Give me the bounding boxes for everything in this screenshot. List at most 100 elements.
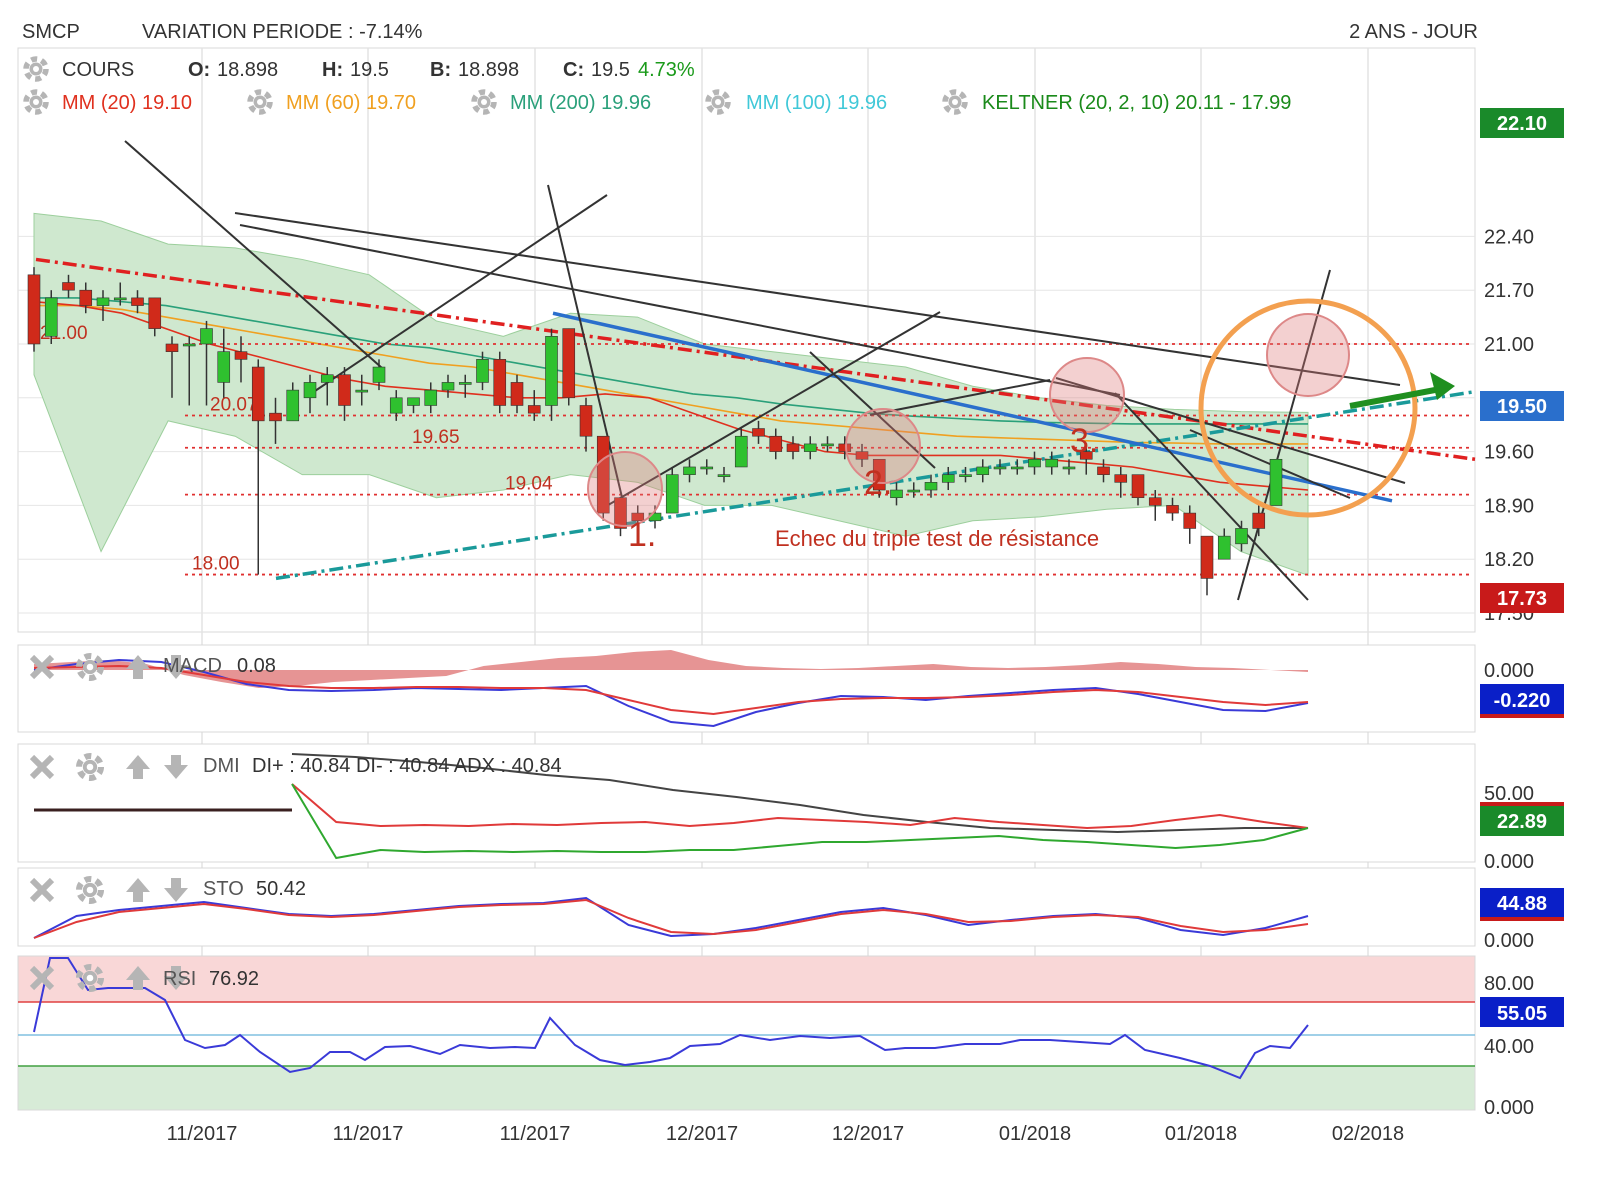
- candle-body: [924, 482, 938, 491]
- o-value: 18.898: [217, 59, 278, 81]
- candle-body: [786, 443, 800, 452]
- candle-body: [131, 297, 144, 306]
- rsi-tick-0: 80.00: [1484, 973, 1534, 995]
- candle-body: [821, 443, 834, 447]
- gear-hole: [952, 99, 958, 105]
- candle-body: [665, 474, 679, 514]
- macd-label: MACD: [163, 655, 222, 677]
- y-tick-5: 18.90: [1484, 495, 1534, 517]
- candle-body: [493, 359, 507, 406]
- candle-body: [320, 374, 334, 383]
- x-tick-4: 12/2017: [832, 1123, 904, 1145]
- macd-value: 0.08: [237, 655, 276, 677]
- gear-hole: [86, 663, 94, 671]
- cours-label: COURS: [62, 59, 134, 81]
- candle: [493, 351, 507, 414]
- dmi-badge-stripe: [1480, 802, 1564, 806]
- candle-body: [389, 397, 403, 414]
- gear-hole: [86, 974, 94, 982]
- gear-hole: [257, 99, 263, 105]
- mm60-legend: MM (60) 19.70: [286, 92, 416, 114]
- y-tick-0: 22.40: [1484, 226, 1534, 248]
- candle-body: [182, 343, 196, 347]
- candle-body: [1097, 466, 1110, 475]
- test-circle-3: [1049, 357, 1125, 433]
- h-label: H:: [322, 59, 343, 81]
- rsi-oversold-zone: [18, 1066, 1475, 1110]
- candle-body: [165, 343, 179, 352]
- candle-body: [510, 382, 524, 406]
- gear-hole: [86, 763, 94, 771]
- candle-body: [1114, 474, 1128, 483]
- candle-body: [562, 328, 576, 399]
- candle-body: [148, 297, 162, 329]
- variation-label: VARIATION PERIODE : -7.14%: [142, 21, 423, 43]
- symbol-label: SMCP: [22, 21, 80, 43]
- sto-tick-0: 0.000: [1484, 930, 1534, 952]
- y-tick-1: 21.70: [1484, 280, 1534, 302]
- price-badge-high: 22.10: [1497, 113, 1547, 135]
- candle-body: [269, 412, 282, 422]
- candle-body: [941, 474, 955, 483]
- rsi-label: RSI: [163, 968, 196, 990]
- candle-body: [734, 435, 748, 468]
- dmi-badge: 22.89: [1497, 811, 1547, 833]
- dmi-tick-1: 0.000: [1484, 851, 1534, 873]
- candle-body: [1269, 458, 1283, 506]
- candle-body: [752, 428, 765, 437]
- mm100-legend: MM (100) 19.96: [746, 92, 887, 114]
- candle-body: [1045, 458, 1059, 468]
- c-label: C:: [563, 59, 584, 81]
- x-tick-3: 12/2017: [666, 1123, 738, 1145]
- candle-body: [1028, 458, 1041, 468]
- dmi-value: DI+ : 40.84 DI- : 40.84 ADX : 40.84: [252, 755, 562, 777]
- x-tick-0: 11/2017: [167, 1123, 238, 1145]
- candle: [44, 290, 58, 344]
- candle-body: [1235, 528, 1248, 545]
- candle-body: [62, 282, 75, 291]
- candle-body: [27, 274, 41, 345]
- y-tick-4: 19.60: [1484, 442, 1534, 464]
- rsi-mid-zone: [18, 1002, 1475, 1066]
- mm20-legend: MM (20) 19.10: [62, 92, 192, 114]
- level-label-2: 19.65: [412, 427, 460, 448]
- candle-body: [44, 297, 58, 337]
- level-label-4: 18.00: [192, 554, 240, 575]
- candle-body: [976, 466, 990, 475]
- candle-body: [803, 443, 817, 452]
- candle-body: [1252, 512, 1266, 529]
- gear-hole: [33, 99, 39, 105]
- candle-body: [1148, 497, 1162, 506]
- candle: [1269, 458, 1283, 506]
- candle-body: [424, 389, 438, 406]
- candle-body: [372, 366, 386, 383]
- rsi-tick-1: 40.00: [1484, 1036, 1534, 1058]
- candle-body: [338, 374, 351, 406]
- annotation-text: Echec du triple test de résistance: [775, 526, 1099, 551]
- candle-body: [251, 366, 265, 422]
- candle-body: [1217, 535, 1231, 560]
- candle-body: [1010, 466, 1024, 470]
- stock-chart: SMCP VARIATION PERIODE : -7.14% 2 ANS - JO…: [17, 21, 1564, 1145]
- candle-body: [907, 489, 921, 493]
- candle-body: [1183, 512, 1197, 529]
- candle-body: [545, 336, 558, 406]
- rsi-tick-2: 0.000: [1484, 1097, 1534, 1119]
- macd-badge: -0.220: [1494, 690, 1551, 712]
- candle-body: [1200, 535, 1214, 579]
- macd-badge-stripe: [1480, 714, 1564, 718]
- sto-badge: 44.88: [1497, 893, 1547, 915]
- mm200-legend: MM (200) 19.96: [510, 92, 651, 114]
- price-badge-current: 19.50: [1497, 396, 1547, 418]
- test-number-2: 2.: [864, 464, 892, 502]
- gear-hole: [715, 99, 721, 105]
- sto-label: STO: [203, 878, 244, 900]
- candle-body: [234, 351, 248, 360]
- test-circle-4: [1266, 313, 1350, 397]
- candle-body: [1062, 466, 1076, 470]
- b-value: 18.898: [458, 59, 519, 81]
- candle-body: [113, 297, 127, 301]
- candle-body: [717, 474, 731, 477]
- keltner-legend: KELTNER (20, 2, 10) 20.11 - 17.99: [982, 92, 1291, 114]
- macd-tick-0: 0.000: [1484, 660, 1534, 682]
